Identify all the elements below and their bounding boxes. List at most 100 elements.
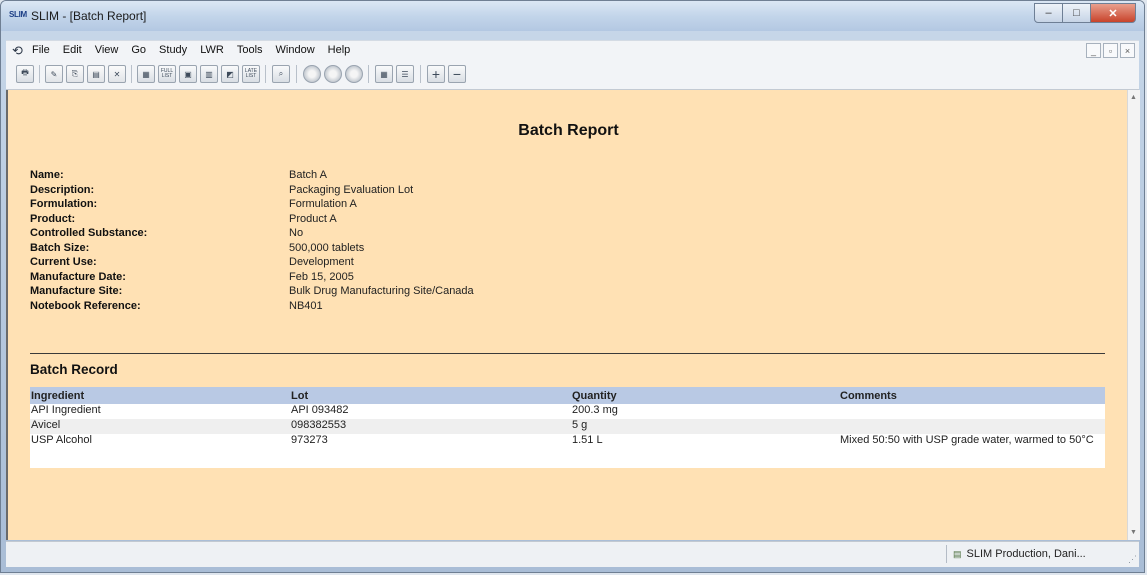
cell-comments	[839, 419, 1105, 434]
edit-icon[interactable]: ✎	[45, 65, 63, 83]
status-panel: ▤ SLIM Production, Dani...	[946, 545, 1121, 563]
close-button[interactable]: ✕	[1090, 3, 1136, 23]
application-window: SLIM SLIM - [Batch Report] – □ ✕ ⟲ File …	[0, 0, 1145, 573]
field-label: Current Use:	[30, 256, 97, 268]
minimize-button[interactable]: –	[1034, 3, 1063, 23]
image-icon[interactable]: ◩	[221, 65, 239, 83]
preview-icon[interactable]: ⌕	[272, 65, 290, 83]
menu-window[interactable]: Window	[276, 44, 315, 56]
table-row: USP Alcohol 973273 1.51 L Mixed 50:50 wi…	[30, 434, 1105, 468]
copy-icon[interactable]: ⎘	[66, 65, 84, 83]
remove-icon[interactable]: −	[448, 65, 466, 83]
toolbar: 🖶 ✎ ⎘ ▤ ✕ ▦ FULL LIST ▣ ▥ ◩ LATE LIST ⌕ …	[6, 59, 1139, 90]
menu-view[interactable]: View	[95, 44, 119, 56]
field-label: Description:	[30, 183, 95, 196]
mdi-minimize-button[interactable]: _	[1086, 43, 1101, 58]
cell-ingredient: USP Alcohol	[30, 434, 290, 468]
field-label: Batch Size:	[30, 241, 90, 254]
field-label: Formulation:	[30, 198, 98, 210]
field-label: Controlled Substance:	[30, 227, 148, 239]
calendar-icon[interactable]: ▦	[137, 65, 155, 83]
menu-tools[interactable]: Tools	[237, 44, 263, 56]
toolbar-separator	[39, 65, 40, 83]
circle-a-icon[interactable]	[303, 65, 321, 83]
report-panel: Batch Report Name: Batch A Description: Pa…	[6, 90, 1129, 540]
grid-icon[interactable]: ▦	[375, 65, 393, 83]
report-title: Batch Report	[518, 122, 619, 139]
paste-icon[interactable]: ▤	[87, 65, 105, 83]
field-label: Manufacture Site:	[30, 285, 123, 297]
batch-record-table: Ingredient Lot Quantity Comments API Ing…	[30, 387, 1105, 468]
cell-quantity: 5 g	[571, 419, 839, 434]
window-controls: – □ ✕	[1034, 3, 1136, 23]
menu-items: File Edit View Go Study LWR Tools Window…	[32, 44, 363, 56]
field-value: 500,000 tablets	[289, 241, 365, 254]
field-row: Current Use: Development	[30, 256, 474, 271]
mdi-close-button[interactable]: ×	[1120, 43, 1135, 58]
server-icon: ▤	[953, 548, 962, 559]
field-row: Formulation: Formulation A	[30, 198, 474, 213]
cell-lot: 098382553	[290, 419, 571, 434]
menu-help[interactable]: Help	[328, 44, 351, 56]
field-label: Name:	[30, 169, 64, 181]
field-row: Batch Size: 500,000 tablets	[30, 242, 474, 257]
field-label: Notebook Reference:	[30, 299, 141, 312]
report-icon[interactable]: ▣	[179, 65, 197, 83]
batch-fields: Name: Batch A Description: Packaging Evalu…	[30, 169, 474, 314]
field-value: Product A	[289, 212, 337, 225]
menu-go[interactable]: Go	[131, 44, 146, 56]
chart-icon[interactable]: ▥	[200, 65, 218, 83]
mdi-controls: _ ▫ ×	[1084, 43, 1135, 58]
print-icon[interactable]: 🖶	[16, 65, 34, 83]
field-row: Manufacture Date: Feb 15, 2005	[30, 271, 474, 286]
mdi-restore-button[interactable]: ▫	[1103, 43, 1118, 58]
field-row: Description: Packaging Evaluation Lot	[30, 184, 474, 199]
cell-ingredient: API Ingredient	[30, 404, 290, 419]
toolbar-separator	[265, 65, 266, 83]
add-icon[interactable]: +	[427, 65, 445, 83]
cell-comments	[839, 404, 1105, 419]
menu-lwr[interactable]: LWR	[200, 44, 224, 56]
toolbar-separator	[131, 65, 132, 83]
menu-study[interactable]: Study	[159, 44, 187, 56]
list-icon[interactable]: ☰	[396, 65, 414, 83]
cell-comments: Mixed 50:50 with USP grade water, warmed…	[839, 434, 1105, 468]
vertical-scrollbar[interactable]: ▲ ▼	[1127, 90, 1140, 540]
scroll-up-icon[interactable]: ▲	[1130, 94, 1137, 101]
cell-quantity: 200.3 mg	[571, 404, 839, 419]
refresh-icon[interactable]: ⟲	[12, 43, 23, 59]
field-label: Product:	[30, 212, 76, 225]
field-row: Controlled Substance: No	[30, 227, 474, 242]
column-header-ingredient: Ingredient	[30, 387, 290, 404]
column-header-lot: Lot	[290, 387, 571, 404]
cell-ingredient: Avicel	[30, 419, 290, 434]
table-row: Avicel 098382553 5 g	[30, 419, 1105, 434]
circle-b-icon[interactable]	[324, 65, 342, 83]
menu-file[interactable]: File	[32, 44, 50, 56]
circle-c-icon[interactable]	[345, 65, 363, 83]
status-bar: ▤ SLIM Production, Dani... ⋰	[6, 541, 1139, 567]
maximize-button[interactable]: □	[1062, 3, 1091, 23]
delete-icon[interactable]: ✕	[108, 65, 126, 83]
toolbar-separator	[420, 65, 421, 83]
table-row: API Ingredient API 093482 200.3 mg	[30, 404, 1105, 419]
table-header-row: Ingredient Lot Quantity Comments	[30, 387, 1105, 404]
late-list-icon[interactable]: LATE LIST	[242, 65, 260, 83]
cell-quantity: 1.51 L	[571, 434, 839, 468]
menu-edit[interactable]: Edit	[63, 44, 82, 56]
field-value: Formulation A	[289, 198, 357, 210]
field-value: Feb 15, 2005	[289, 270, 354, 283]
batch-record-title: Batch Record	[30, 362, 118, 377]
field-row: Product: Product A	[30, 213, 474, 228]
full-list-icon[interactable]: FULL LIST	[158, 65, 176, 83]
title-bar: SLIM SLIM - [Batch Report] – □ ✕	[1, 1, 1144, 31]
field-value: Batch A	[289, 169, 327, 181]
field-row: Name: Batch A	[30, 169, 474, 184]
app-logo: SLIM	[9, 10, 27, 19]
menu-bar: ⟲ File Edit View Go Study LWR Tools Wind…	[6, 40, 1139, 60]
toolbar-separator	[368, 65, 369, 83]
scroll-down-icon[interactable]: ▼	[1130, 529, 1137, 536]
toolbar-separator	[296, 65, 297, 83]
resize-grip-icon[interactable]: ⋰	[1128, 554, 1137, 565]
field-value: Packaging Evaluation Lot	[289, 183, 414, 196]
